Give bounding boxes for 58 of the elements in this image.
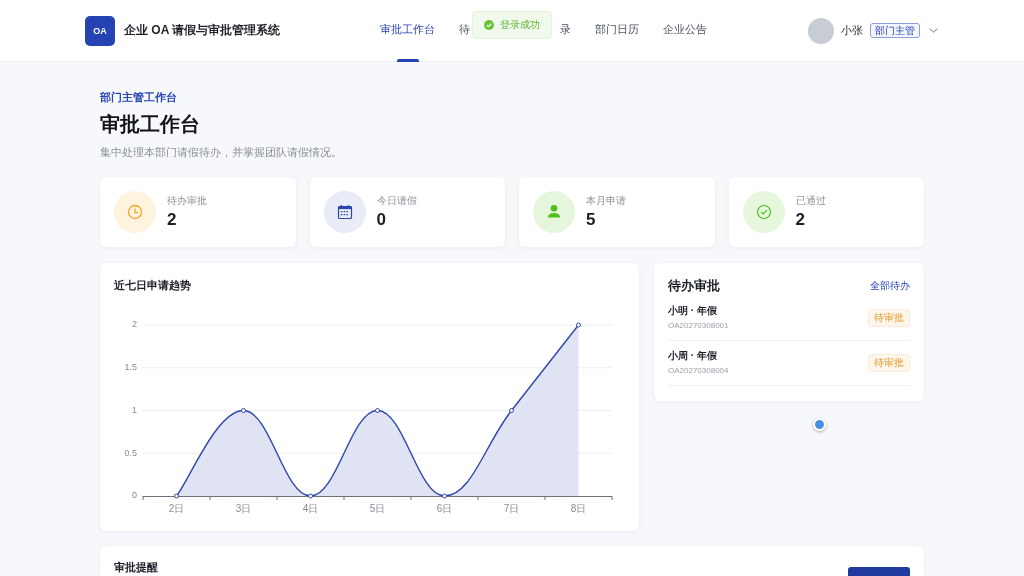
y-axis-label: 1.5 bbox=[124, 362, 137, 373]
clock-icon bbox=[114, 191, 156, 233]
stat-label: 本月申请 bbox=[586, 194, 626, 207]
data-point bbox=[241, 408, 246, 413]
stat-value: 2 bbox=[167, 210, 177, 230]
calendar-icon bbox=[323, 191, 366, 233]
data-point bbox=[576, 322, 581, 328]
toast-text: 登录成功 bbox=[500, 18, 540, 32]
item-title: 小周 · 年假 bbox=[668, 349, 717, 363]
round-dot-icon bbox=[813, 418, 826, 431]
panel-title: 待办审批 bbox=[668, 277, 720, 295]
nav-tab[interactable]: 部门日历 bbox=[595, 0, 640, 61]
role-tag: 部门主管 bbox=[870, 23, 920, 38]
data-point bbox=[442, 493, 447, 499]
check-circle-icon bbox=[484, 20, 494, 30]
y-axis-label: 0 bbox=[132, 490, 137, 501]
user-name: 小张 bbox=[841, 23, 863, 38]
item-number: OA20270308004 bbox=[668, 365, 729, 377]
status-tag: 待审批 bbox=[868, 354, 910, 372]
item-title: 小明 · 年假 bbox=[668, 304, 717, 318]
status-tag: 待审批 bbox=[868, 309, 910, 327]
y-axis-label: 2 bbox=[132, 319, 137, 330]
nav-tab[interactable]: 待 bbox=[459, 0, 471, 61]
person-icon bbox=[533, 191, 575, 233]
chart-title: 近七日申请趋势 bbox=[114, 278, 192, 292]
data-point bbox=[174, 493, 179, 499]
view-all-link[interactable]: 全部待办 bbox=[870, 279, 910, 293]
item-number: OA20270308001 bbox=[668, 320, 729, 332]
app-title: 企业 OA 请假与审批管理系统 bbox=[124, 22, 281, 39]
stat-label: 今日请假 bbox=[376, 194, 417, 207]
x-axis-label: 7日 bbox=[503, 502, 520, 514]
x-axis-label: 4日 bbox=[302, 502, 319, 514]
y-axis-label: 0.5 bbox=[124, 447, 137, 458]
section-label: 部门主管工作台 bbox=[100, 90, 178, 104]
data-point bbox=[375, 408, 380, 413]
app-logo: OA bbox=[85, 15, 115, 46]
stat-label: 已通过 bbox=[795, 194, 826, 207]
page-title: 审批工作台 bbox=[100, 112, 201, 137]
nav-tab[interactable]: 录 bbox=[560, 0, 572, 61]
y-axis-label: 1 bbox=[132, 404, 137, 415]
x-axis-label: 6日 bbox=[436, 502, 453, 514]
stat-value: 2 bbox=[795, 210, 805, 230]
check-circle-icon bbox=[742, 191, 785, 233]
x-axis-label: 8日 bbox=[570, 502, 587, 514]
data-point bbox=[509, 408, 514, 413]
stat-value: 5 bbox=[586, 210, 596, 230]
x-axis-label: 2日 bbox=[168, 502, 185, 514]
nav-tab[interactable]: 企业公告 bbox=[663, 0, 708, 61]
user-avatar bbox=[808, 17, 834, 44]
nav-tab[interactable]: 审批工作台 bbox=[380, 0, 436, 61]
card-title: 审批提醒 bbox=[114, 560, 158, 574]
data-point bbox=[308, 493, 313, 499]
stat-value: 0 bbox=[376, 210, 386, 230]
x-axis-label: 3日 bbox=[235, 502, 252, 514]
page-subtitle: 集中处理本部门请假待办，并掌握团队请假情况。 bbox=[100, 145, 343, 160]
stat-label: 待办审批 bbox=[167, 194, 207, 207]
chevron-down-icon[interactable] bbox=[929, 28, 938, 33]
x-axis-label: 5日 bbox=[369, 502, 386, 514]
